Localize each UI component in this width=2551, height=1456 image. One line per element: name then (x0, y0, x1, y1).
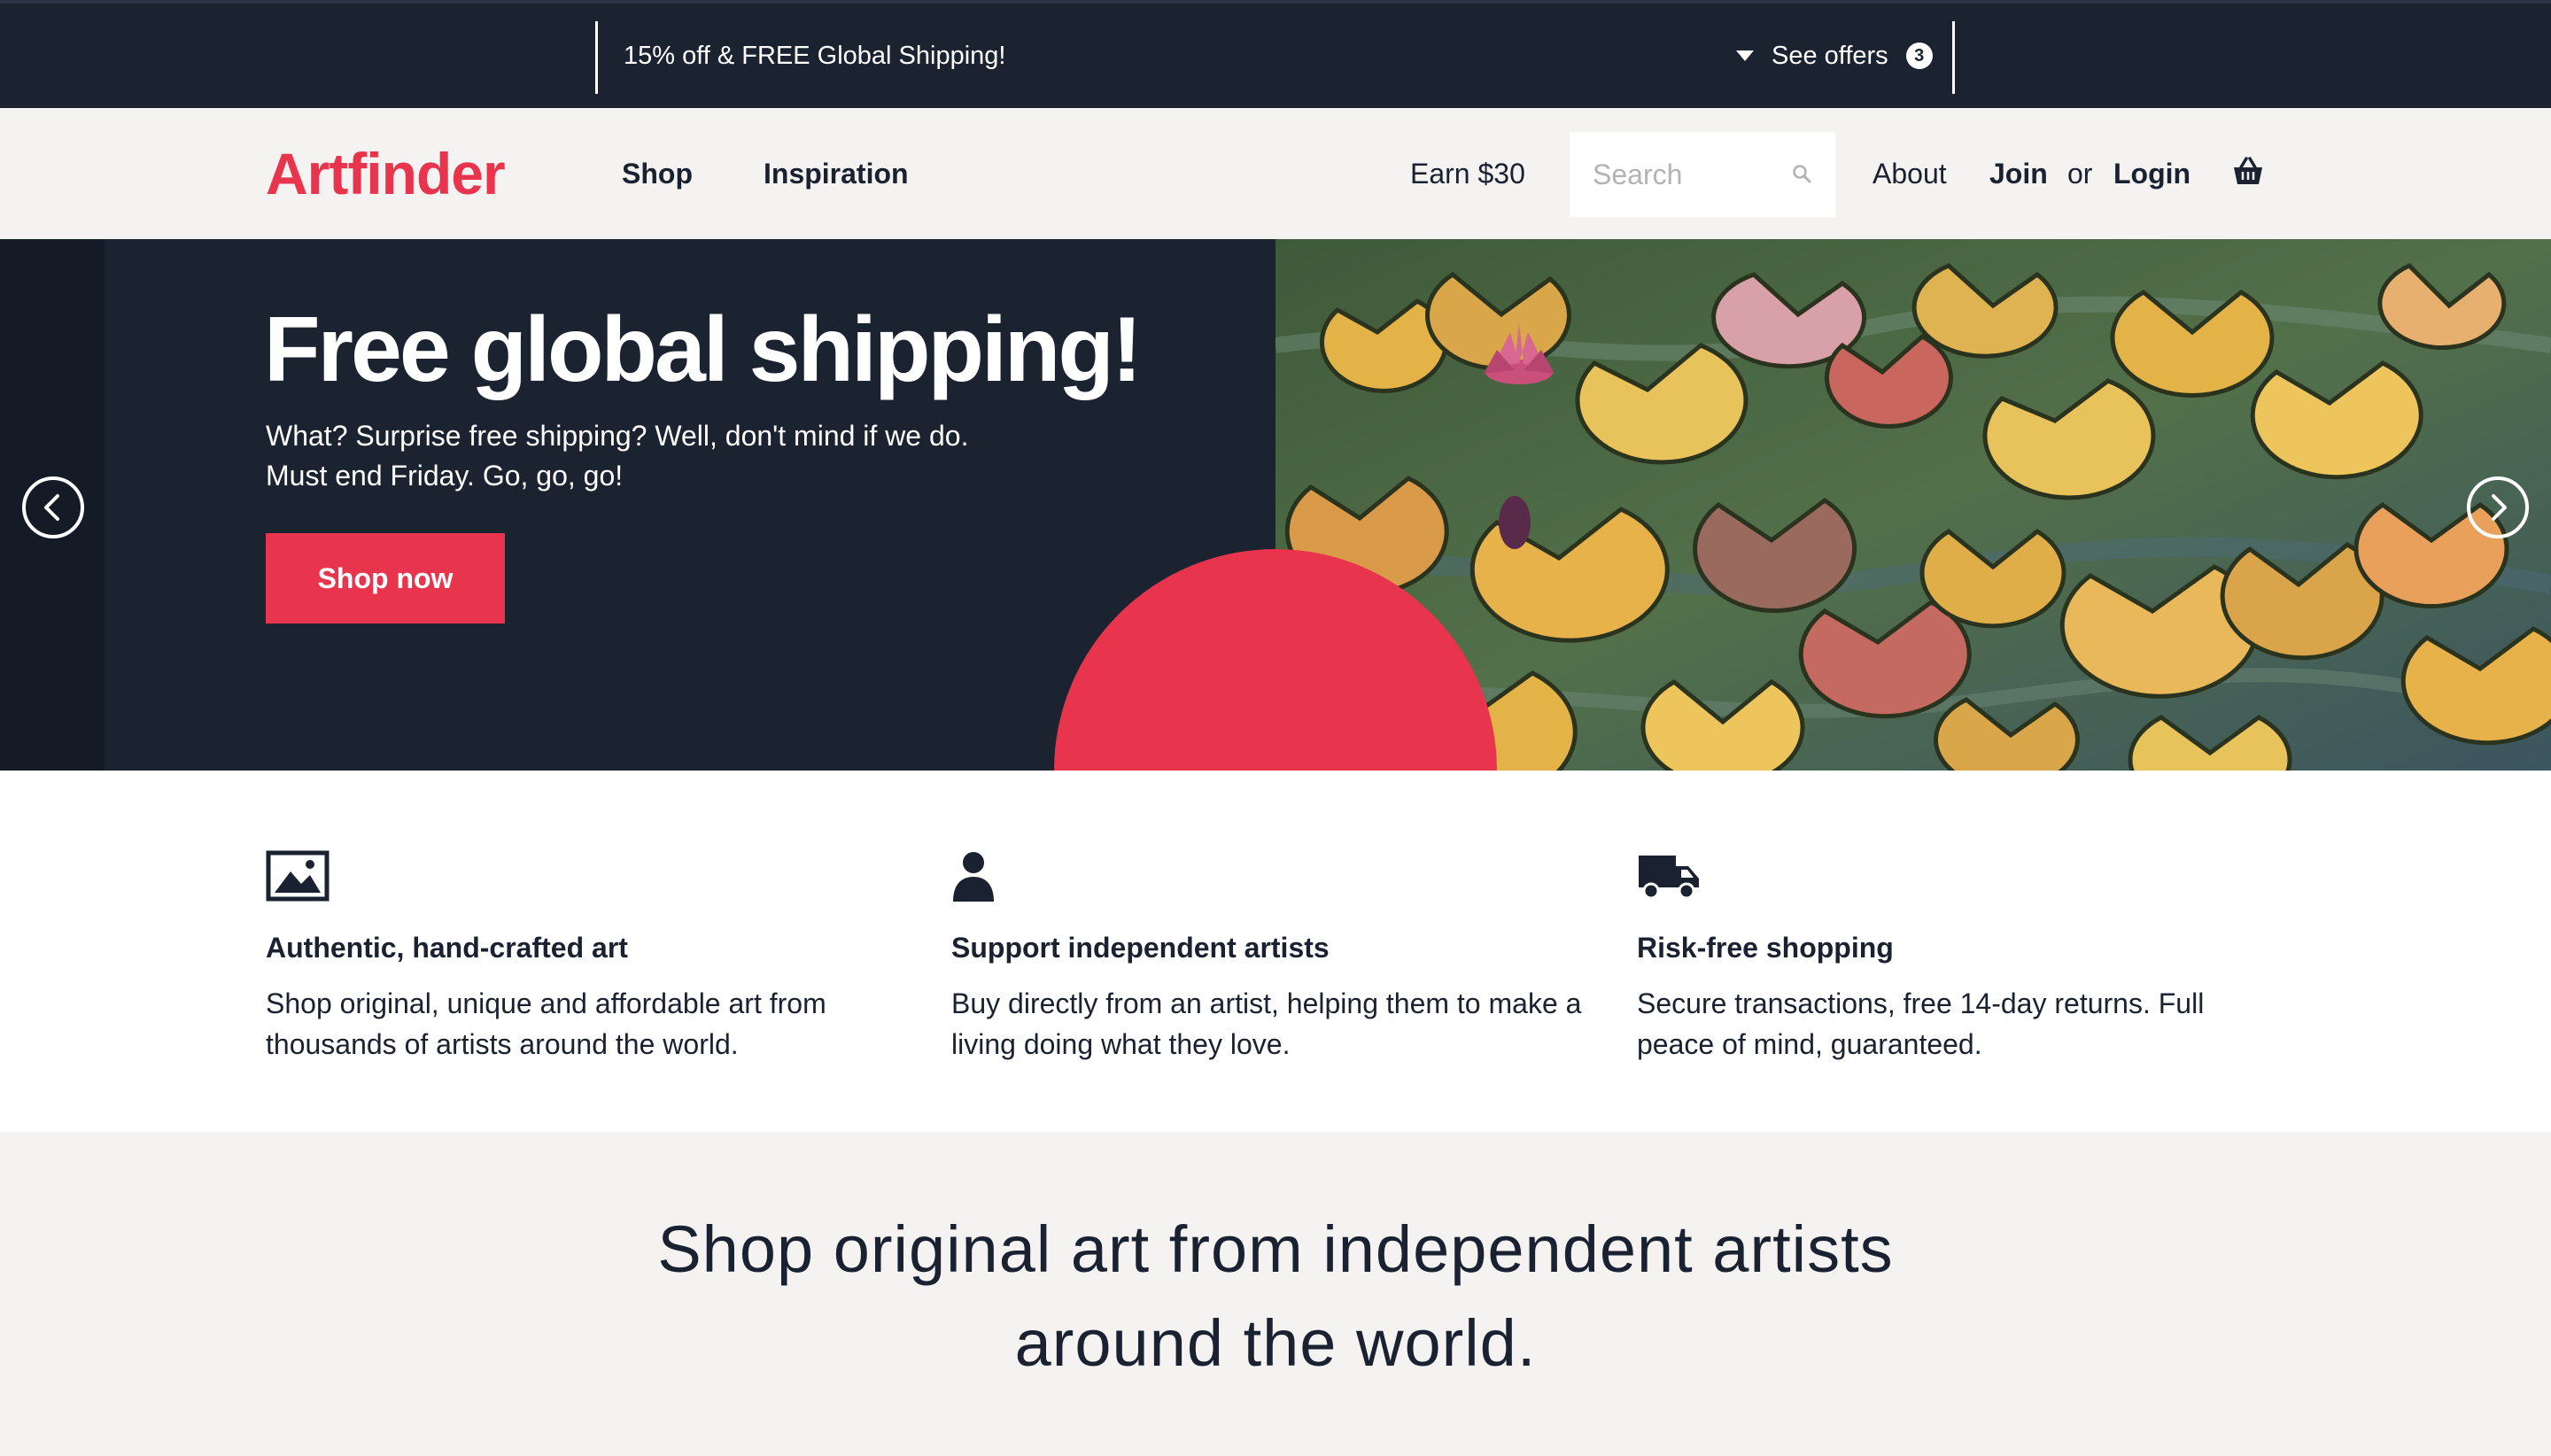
feature-title: Risk-free shopping (1637, 932, 1894, 964)
feature-text: Buy directly from an artist, helping the… (951, 987, 1582, 1060)
hero-subtitle: What? Surprise free shipping? Well, don'… (266, 420, 969, 492)
artfinder-logo[interactable]: Artfinder (266, 138, 506, 209)
promo-divider-right (1952, 21, 1955, 94)
caret-down-icon (1736, 50, 1754, 61)
truck-icon (1637, 850, 2275, 909)
about-link[interactable]: About (1873, 108, 1947, 239)
see-offers-label: See offers (1772, 41, 1888, 70)
site-header: Artfinder Shop Inspiration Earn $30 Abou… (0, 108, 2551, 239)
promo-divider-left (595, 21, 598, 94)
feature-text: Secure transactions, free 14-day returns… (1637, 987, 2205, 1060)
offers-count-badge: 3 (1905, 43, 1933, 69)
promo-message: 15% off & FREE Global Shipping! (624, 42, 1006, 70)
nav-inspiration[interactable]: Inspiration (764, 108, 909, 239)
promo-bar: 15% off & FREE Global Shipping! See offe… (0, 0, 2551, 108)
login-link[interactable]: Login (2113, 108, 2190, 239)
features-section: Authentic, hand-crafted art Shop origina… (0, 771, 2551, 1132)
nav-shop[interactable]: Shop (622, 108, 693, 239)
basket-icon[interactable] (2230, 154, 2266, 190)
earn-link[interactable]: Earn $30 (1410, 108, 1525, 239)
carousel-prev-button[interactable] (22, 476, 84, 538)
feature-support-artists: Support independent artists Buy directly… (951, 850, 1589, 1065)
hero-title: Free global shipping! (264, 298, 1143, 401)
hero-carousel: Free global shipping! What? Surprise fre… (0, 239, 2551, 771)
chevron-right-icon (2492, 494, 2507, 521)
see-offers-button[interactable]: See offers 3 (1736, 4, 1933, 108)
search-icon[interactable] (1791, 163, 1814, 186)
feature-authentic: Authentic, hand-crafted art Shop origina… (266, 850, 903, 1065)
chevron-left-icon (44, 494, 59, 521)
tagline-section: Shop original art from independent artis… (0, 1132, 2551, 1456)
tagline-heading: Shop original art from independent artis… (657, 1212, 1894, 1380)
search-box (1570, 132, 1835, 217)
image-icon (266, 850, 903, 909)
shop-now-button[interactable]: Shop now (266, 533, 505, 623)
search-input[interactable] (1591, 157, 1786, 192)
carousel-next-button[interactable] (2467, 476, 2529, 538)
person-icon (951, 850, 1589, 909)
feature-text: Shop original, unique and affordable art… (266, 987, 826, 1060)
feature-title: Authentic, hand-crafted art (266, 932, 628, 964)
feature-risk-free: Risk-free shopping Secure transactions, … (1637, 850, 2275, 1065)
join-login-separator: or (2067, 158, 2093, 190)
feature-title: Support independent artists (951, 932, 1330, 964)
join-link[interactable]: Join (1989, 108, 2048, 239)
